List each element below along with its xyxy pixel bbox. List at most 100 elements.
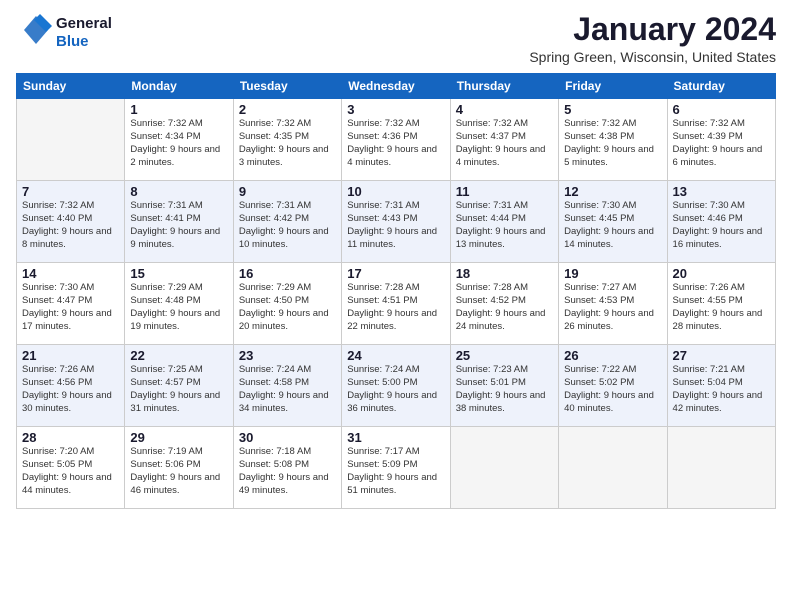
day-info: Sunrise: 7:32 AMSunset: 4:34 PMDaylight:… bbox=[130, 118, 227, 169]
day-info: Sunrise: 7:29 AMSunset: 4:50 PMDaylight:… bbox=[239, 282, 336, 333]
day-number: 14 bbox=[22, 266, 119, 281]
day-info: Sunrise: 7:26 AMSunset: 4:56 PMDaylight:… bbox=[22, 364, 119, 415]
day-number: 19 bbox=[564, 266, 661, 281]
calendar-cell: 18Sunrise: 7:28 AMSunset: 4:52 PMDayligh… bbox=[450, 263, 558, 345]
calendar-cell: 10Sunrise: 7:31 AMSunset: 4:43 PMDayligh… bbox=[342, 181, 450, 263]
day-number: 17 bbox=[347, 266, 444, 281]
day-number: 10 bbox=[347, 184, 444, 199]
day-info: Sunrise: 7:32 AMSunset: 4:36 PMDaylight:… bbox=[347, 118, 444, 169]
day-number: 13 bbox=[673, 184, 770, 199]
logo-icon bbox=[16, 12, 52, 48]
page-header: General Blue January 2024 Spring Green, … bbox=[16, 12, 776, 65]
calendar-cell: 13Sunrise: 7:30 AMSunset: 4:46 PMDayligh… bbox=[667, 181, 775, 263]
day-number: 1 bbox=[130, 102, 227, 117]
day-number: 2 bbox=[239, 102, 336, 117]
logo: General Blue bbox=[16, 12, 112, 53]
calendar-week-row: 14Sunrise: 7:30 AMSunset: 4:47 PMDayligh… bbox=[17, 263, 776, 345]
calendar-cell: 6Sunrise: 7:32 AMSunset: 4:39 PMDaylight… bbox=[667, 99, 775, 181]
calendar-week-row: 7Sunrise: 7:32 AMSunset: 4:40 PMDaylight… bbox=[17, 181, 776, 263]
weekday-header-friday: Friday bbox=[559, 74, 667, 99]
day-info: Sunrise: 7:23 AMSunset: 5:01 PMDaylight:… bbox=[456, 364, 553, 415]
day-number: 24 bbox=[347, 348, 444, 363]
calendar-cell: 11Sunrise: 7:31 AMSunset: 4:44 PMDayligh… bbox=[450, 181, 558, 263]
day-info: Sunrise: 7:20 AMSunset: 5:05 PMDaylight:… bbox=[22, 446, 119, 497]
calendar-cell bbox=[559, 427, 667, 509]
calendar-cell: 28Sunrise: 7:20 AMSunset: 5:05 PMDayligh… bbox=[17, 427, 125, 509]
day-info: Sunrise: 7:31 AMSunset: 4:41 PMDaylight:… bbox=[130, 200, 227, 251]
day-number: 28 bbox=[22, 430, 119, 445]
day-number: 25 bbox=[456, 348, 553, 363]
day-info: Sunrise: 7:19 AMSunset: 5:06 PMDaylight:… bbox=[130, 446, 227, 497]
day-number: 18 bbox=[456, 266, 553, 281]
calendar-cell bbox=[667, 427, 775, 509]
calendar-cell: 4Sunrise: 7:32 AMSunset: 4:37 PMDaylight… bbox=[450, 99, 558, 181]
day-info: Sunrise: 7:31 AMSunset: 4:42 PMDaylight:… bbox=[239, 200, 336, 251]
day-number: 6 bbox=[673, 102, 770, 117]
weekday-header-row: SundayMondayTuesdayWednesdayThursdayFrid… bbox=[17, 74, 776, 99]
calendar-cell: 19Sunrise: 7:27 AMSunset: 4:53 PMDayligh… bbox=[559, 263, 667, 345]
day-info: Sunrise: 7:22 AMSunset: 5:02 PMDaylight:… bbox=[564, 364, 661, 415]
day-info: Sunrise: 7:18 AMSunset: 5:08 PMDaylight:… bbox=[239, 446, 336, 497]
calendar-cell: 14Sunrise: 7:30 AMSunset: 4:47 PMDayligh… bbox=[17, 263, 125, 345]
day-number: 30 bbox=[239, 430, 336, 445]
day-number: 23 bbox=[239, 348, 336, 363]
calendar-week-row: 21Sunrise: 7:26 AMSunset: 4:56 PMDayligh… bbox=[17, 345, 776, 427]
day-number: 5 bbox=[564, 102, 661, 117]
day-number: 15 bbox=[130, 266, 227, 281]
day-info: Sunrise: 7:28 AMSunset: 4:51 PMDaylight:… bbox=[347, 282, 444, 333]
calendar-cell: 26Sunrise: 7:22 AMSunset: 5:02 PMDayligh… bbox=[559, 345, 667, 427]
day-info: Sunrise: 7:30 AMSunset: 4:46 PMDaylight:… bbox=[673, 200, 770, 251]
day-info: Sunrise: 7:17 AMSunset: 5:09 PMDaylight:… bbox=[347, 446, 444, 497]
calendar-cell: 31Sunrise: 7:17 AMSunset: 5:09 PMDayligh… bbox=[342, 427, 450, 509]
calendar-cell: 17Sunrise: 7:28 AMSunset: 4:51 PMDayligh… bbox=[342, 263, 450, 345]
day-number: 9 bbox=[239, 184, 336, 199]
day-number: 22 bbox=[130, 348, 227, 363]
calendar-cell: 22Sunrise: 7:25 AMSunset: 4:57 PMDayligh… bbox=[125, 345, 233, 427]
day-info: Sunrise: 7:25 AMSunset: 4:57 PMDaylight:… bbox=[130, 364, 227, 415]
calendar-container: General Blue January 2024 Spring Green, … bbox=[0, 0, 792, 612]
day-number: 31 bbox=[347, 430, 444, 445]
month-title: January 2024 bbox=[529, 12, 776, 47]
title-area: January 2024 Spring Green, Wisconsin, Un… bbox=[529, 12, 776, 65]
day-number: 4 bbox=[456, 102, 553, 117]
calendar-cell: 3Sunrise: 7:32 AMSunset: 4:36 PMDaylight… bbox=[342, 99, 450, 181]
day-number: 29 bbox=[130, 430, 227, 445]
day-number: 7 bbox=[22, 184, 119, 199]
weekday-header-tuesday: Tuesday bbox=[233, 74, 341, 99]
calendar-cell: 12Sunrise: 7:30 AMSunset: 4:45 PMDayligh… bbox=[559, 181, 667, 263]
calendar-cell: 7Sunrise: 7:32 AMSunset: 4:40 PMDaylight… bbox=[17, 181, 125, 263]
calendar-cell bbox=[450, 427, 558, 509]
day-info: Sunrise: 7:32 AMSunset: 4:35 PMDaylight:… bbox=[239, 118, 336, 169]
calendar-cell: 30Sunrise: 7:18 AMSunset: 5:08 PMDayligh… bbox=[233, 427, 341, 509]
calendar-cell: 20Sunrise: 7:26 AMSunset: 4:55 PMDayligh… bbox=[667, 263, 775, 345]
day-number: 12 bbox=[564, 184, 661, 199]
calendar-week-row: 1Sunrise: 7:32 AMSunset: 4:34 PMDaylight… bbox=[17, 99, 776, 181]
day-number: 20 bbox=[673, 266, 770, 281]
calendar-cell bbox=[17, 99, 125, 181]
day-info: Sunrise: 7:32 AMSunset: 4:40 PMDaylight:… bbox=[22, 200, 119, 251]
day-info: Sunrise: 7:32 AMSunset: 4:39 PMDaylight:… bbox=[673, 118, 770, 169]
day-number: 11 bbox=[456, 184, 553, 199]
day-number: 26 bbox=[564, 348, 661, 363]
day-number: 3 bbox=[347, 102, 444, 117]
day-info: Sunrise: 7:26 AMSunset: 4:55 PMDaylight:… bbox=[673, 282, 770, 333]
day-number: 21 bbox=[22, 348, 119, 363]
day-info: Sunrise: 7:27 AMSunset: 4:53 PMDaylight:… bbox=[564, 282, 661, 333]
calendar-cell: 23Sunrise: 7:24 AMSunset: 4:58 PMDayligh… bbox=[233, 345, 341, 427]
calendar-cell: 15Sunrise: 7:29 AMSunset: 4:48 PMDayligh… bbox=[125, 263, 233, 345]
day-info: Sunrise: 7:28 AMSunset: 4:52 PMDaylight:… bbox=[456, 282, 553, 333]
day-info: Sunrise: 7:31 AMSunset: 4:44 PMDaylight:… bbox=[456, 200, 553, 251]
day-number: 8 bbox=[130, 184, 227, 199]
calendar-cell: 24Sunrise: 7:24 AMSunset: 5:00 PMDayligh… bbox=[342, 345, 450, 427]
weekday-header-sunday: Sunday bbox=[17, 74, 125, 99]
day-number: 16 bbox=[239, 266, 336, 281]
calendar-cell: 9Sunrise: 7:31 AMSunset: 4:42 PMDaylight… bbox=[233, 181, 341, 263]
calendar-cell: 27Sunrise: 7:21 AMSunset: 5:04 PMDayligh… bbox=[667, 345, 775, 427]
weekday-header-monday: Monday bbox=[125, 74, 233, 99]
day-info: Sunrise: 7:32 AMSunset: 4:38 PMDaylight:… bbox=[564, 118, 661, 169]
calendar-cell: 5Sunrise: 7:32 AMSunset: 4:38 PMDaylight… bbox=[559, 99, 667, 181]
day-info: Sunrise: 7:21 AMSunset: 5:04 PMDaylight:… bbox=[673, 364, 770, 415]
day-info: Sunrise: 7:24 AMSunset: 5:00 PMDaylight:… bbox=[347, 364, 444, 415]
calendar-cell: 1Sunrise: 7:32 AMSunset: 4:34 PMDaylight… bbox=[125, 99, 233, 181]
calendar-cell: 25Sunrise: 7:23 AMSunset: 5:01 PMDayligh… bbox=[450, 345, 558, 427]
